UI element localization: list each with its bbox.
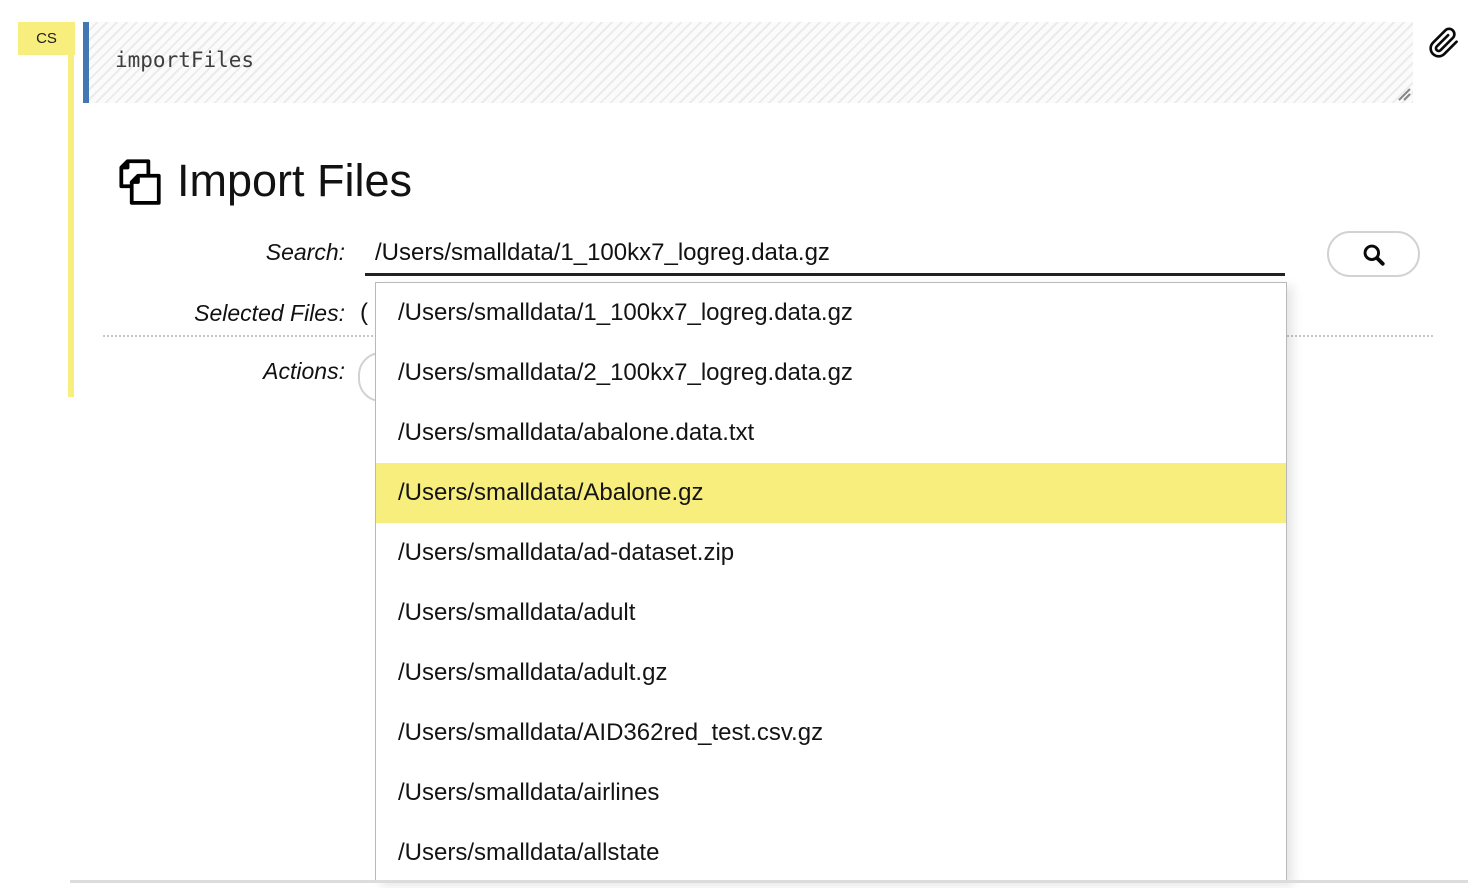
dropdown-item[interactable]: /Users/smalldata/2_100kx7_logreg.data.gz bbox=[376, 343, 1286, 403]
dropdown-item[interactable]: /Users/smalldata/AID362red_test.csv.gz bbox=[376, 703, 1286, 763]
dropdown-item[interactable]: /Users/smalldata/ad-dataset.zip bbox=[376, 523, 1286, 583]
active-cell-indicator bbox=[68, 54, 74, 397]
dropdown-item[interactable]: /Users/smalldata/abalone.data.txt bbox=[376, 403, 1286, 463]
paperclip-icon[interactable] bbox=[1428, 26, 1460, 60]
dropdown-item[interactable]: /Users/smalldata/adult.gz bbox=[376, 643, 1286, 703]
search-input[interactable] bbox=[365, 234, 1285, 276]
dropdown-item[interactable]: /Users/smalldata/1_100kx7_logreg.data.gz bbox=[376, 283, 1286, 343]
flow-notebook: CS importFiles Import Files Search: Sele… bbox=[0, 0, 1468, 888]
cell-type-badge: CS bbox=[18, 22, 75, 55]
code-cell-input[interactable]: importFiles bbox=[89, 22, 1413, 72]
selected-files-value: ( bbox=[360, 299, 368, 327]
assist-header: Import Files bbox=[113, 155, 412, 207]
dropdown-item[interactable]: /Users/smalldata/allstate bbox=[376, 823, 1286, 883]
actions-label: Actions: bbox=[0, 358, 345, 385]
page-title: Import Files bbox=[177, 155, 412, 207]
code-cell[interactable]: importFiles bbox=[83, 22, 1413, 103]
search-label: Search: bbox=[0, 239, 345, 266]
dropdown-item[interactable]: /Users/smalldata/adult bbox=[376, 583, 1286, 643]
selected-files-label: Selected Files: bbox=[0, 300, 345, 327]
typeahead-dropdown: /Users/smalldata/1_100kx7_logreg.data.gz… bbox=[375, 282, 1287, 882]
resize-grip-icon[interactable] bbox=[1396, 86, 1411, 101]
dropdown-item[interactable]: /Users/smalldata/airlines bbox=[376, 763, 1286, 823]
files-icon bbox=[113, 155, 165, 207]
search-icon bbox=[1360, 241, 1387, 268]
search-button[interactable] bbox=[1327, 231, 1420, 277]
page-divider bbox=[70, 880, 1468, 883]
dropdown-item[interactable]: /Users/smalldata/Abalone.gz bbox=[376, 463, 1286, 523]
